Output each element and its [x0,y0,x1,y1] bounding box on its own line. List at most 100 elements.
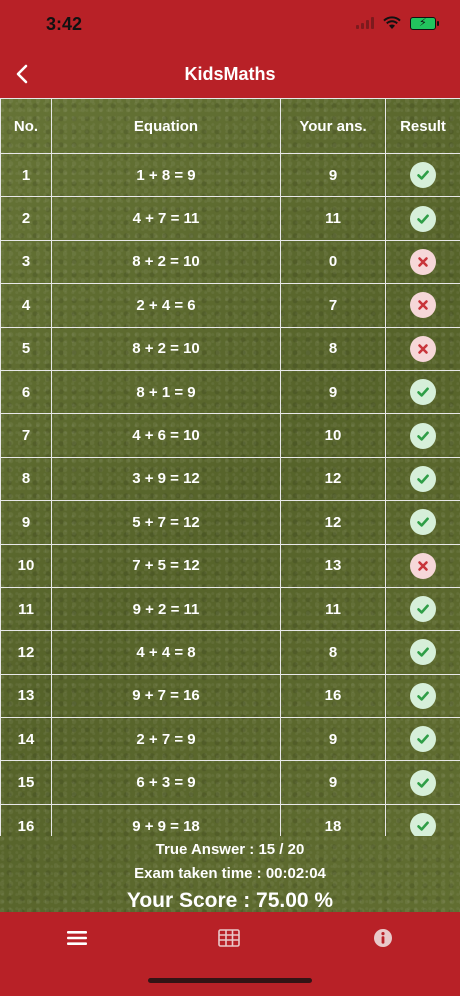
row-answer: 9 [280,369,386,415]
home-indicator[interactable] [148,978,312,983]
table-row: 95 + 7 = 12 12 [0,500,460,545]
header-no: No. [0,98,52,154]
table-row: 13 9 + 7 = 16 16 [0,673,460,719]
tab-table[interactable] [212,924,246,952]
row-number: 7 [0,413,52,458]
row-equation: 4 + 6 = 10 [51,413,281,458]
row-answer: 13 [280,543,386,588]
row-number: 8 [0,456,52,502]
row-number: 4 [0,283,52,328]
results-table: No. Equation Your ans. Result 11 + 8 = 9… [0,98,460,836]
row-result [385,586,460,632]
status-icons: ⚡ [356,16,439,30]
row-equation: 6 + 3 = 9 [51,760,281,805]
check-circle-icon [410,422,436,449]
check-circle-icon [410,596,436,623]
row-equation: 2 + 4 = 6 [51,283,281,328]
table-row: 24 + 7 = 11 11 [0,196,460,241]
row-answer: 9 [280,717,386,762]
table-row: 11 9 + 2 = 11 11 [0,586,460,632]
info-icon [374,929,392,947]
row-answer: 11 [280,586,386,632]
table-row: 58 + 2 = 10 8 [0,326,460,371]
row-result [385,630,460,675]
row-number: 16 [0,803,52,836]
status-bar: 3:42 ⚡ [0,0,460,50]
check-circle-icon [410,726,436,753]
page-title: KidsMaths [184,64,276,84]
row-answer: 12 [280,500,386,545]
row-answer: 12 [280,456,386,502]
table-row: 83 + 9 = 12 12 [0,456,460,502]
row-answer: 8 [280,630,386,675]
check-circle-icon [410,639,436,666]
row-result [385,152,460,198]
row-number: 1 [0,152,52,198]
check-circle-icon [410,813,436,836]
check-circle-icon [410,162,436,189]
row-equation: 4 + 7 = 11 [51,196,281,241]
row-equation: 2 + 7 = 9 [51,717,281,762]
row-number: 9 [0,500,52,545]
header-result: Result [385,98,460,154]
row-result [385,413,460,458]
row-answer: 8 [280,326,386,371]
header-equation: Equation [51,98,281,154]
row-result [385,717,460,762]
tab-list[interactable] [60,924,94,952]
row-result [385,803,460,836]
table-row: 12 4 + 4 = 88 [0,630,460,675]
row-result [385,543,460,588]
x-circle-icon [410,335,436,362]
exam-taken-time: Exam taken time : 00:02:04 [134,865,326,882]
row-result [385,369,460,415]
check-circle-icon [410,682,436,709]
table-row: 38 + 2 = 10 0 [0,239,460,285]
x-circle-icon [410,248,436,275]
table-row: 11 + 8 = 99 [0,152,460,198]
check-circle-icon [410,769,436,796]
row-equation: 7 + 5 = 12 [51,543,281,588]
x-circle-icon [410,552,436,579]
row-answer: 18 [280,803,386,836]
row-number: 12 [0,630,52,675]
row-equation: 9 + 9 = 18 [51,803,281,836]
row-answer: 16 [280,673,386,719]
list-icon [67,931,87,945]
row-equation: 8 + 1 = 9 [51,369,281,415]
row-equation: 9 + 2 = 11 [51,586,281,632]
results-board: No. Equation Your ans. Result 11 + 8 = 9… [0,98,460,912]
status-time: 3:42 [46,14,83,34]
row-number: 6 [0,369,52,415]
tab-bar [0,912,460,996]
row-equation: 5 + 7 = 12 [51,500,281,545]
table-row: 14 2 + 7 = 99 [0,717,460,762]
row-number: 5 [0,326,52,371]
row-result [385,239,460,285]
results-table-scroll[interactable]: No. Equation Your ans. Result 11 + 8 = 9… [0,98,460,836]
battery-icon: ⚡ [410,16,439,30]
table-row: 68 + 1 = 99 [0,369,460,415]
wifi-icon [383,16,401,29]
row-answer: 10 [280,413,386,458]
row-number: 13 [0,673,52,719]
check-circle-icon [410,205,436,232]
row-answer: 11 [280,196,386,241]
row-number: 3 [0,239,52,285]
check-circle-icon [410,465,436,492]
check-circle-icon [410,509,436,536]
row-answer: 7 [280,283,386,328]
row-result [385,326,460,371]
row-answer: 9 [280,152,386,198]
row-answer: 9 [280,760,386,805]
table-row: 74 + 6 = 10 10 [0,413,460,458]
tab-info[interactable] [366,924,400,952]
row-number: 2 [0,196,52,241]
row-result [385,196,460,241]
table-row: 42 + 4 = 67 [0,283,460,328]
table-row: 15 6 + 3 = 99 [0,760,460,805]
row-equation: 9 + 7 = 16 [51,673,281,719]
score-summary: True Answer : 15 / 20 Exam taken time : … [0,836,460,916]
navigation-bar: KidsMaths [0,50,460,98]
row-number: 11 [0,586,52,632]
